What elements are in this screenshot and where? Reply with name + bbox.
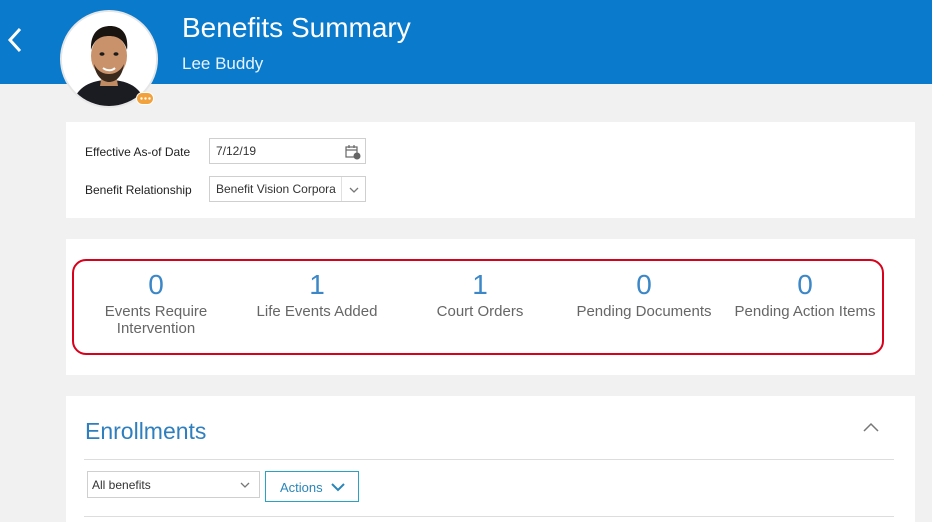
chevron-down-icon	[331, 483, 345, 492]
summary-card: 0 Events Require Intervention 1 Life Eve…	[66, 239, 915, 375]
metric-value: 0	[636, 269, 652, 300]
benefits-filter-value: All benefits	[92, 478, 151, 492]
metric-pending-documents[interactable]: 0 Pending Documents	[563, 269, 725, 320]
metric-value: 0	[148, 269, 164, 300]
actions-button[interactable]: Actions	[265, 471, 359, 502]
collapse-button[interactable]	[861, 420, 881, 434]
actions-label: Actions	[280, 480, 323, 495]
metric-label: Pending Action Items	[734, 303, 876, 320]
back-button[interactable]	[4, 24, 26, 56]
metric-label: Events Require Intervention	[104, 303, 208, 337]
metric-court-orders[interactable]: 1 Court Orders	[399, 269, 561, 320]
metric-label: Life Events Added	[256, 303, 378, 320]
section-divider	[84, 459, 894, 460]
metric-value: 1	[472, 269, 488, 300]
more-dots-icon	[140, 97, 151, 100]
relationship-select[interactable]: Benefit Vision Corpora	[209, 176, 366, 202]
page-header: Benefits Summary Lee Buddy	[0, 0, 932, 108]
metric-value: 0	[797, 269, 813, 300]
status-badge[interactable]	[136, 92, 154, 105]
relationship-label: Benefit Relationship	[85, 183, 192, 197]
benefits-filter-select[interactable]: All benefits	[87, 471, 260, 498]
metric-label: Pending Documents	[576, 303, 712, 320]
metric-pending-action-items[interactable]: 0 Pending Action Items	[724, 269, 886, 320]
avatar-container[interactable]	[60, 10, 164, 108]
effective-date-value: 7/12/19	[216, 144, 257, 158]
section-title: Enrollments	[85, 418, 207, 444]
effective-date-label: Effective As-of Date	[85, 145, 191, 159]
enrollments-card: Enrollments All benefits Actions	[66, 396, 915, 522]
chevron-down-icon	[240, 482, 250, 488]
metric-value: 1	[309, 269, 325, 300]
page-title: Benefits Summary	[182, 12, 411, 43]
filters-card: Effective As-of Date 7/12/19 Benefit Rel…	[66, 122, 915, 218]
metric-life-events-added[interactable]: 1 Life Events Added	[236, 269, 398, 320]
effective-date-input[interactable]: 7/12/19	[209, 138, 366, 164]
chevron-down-icon	[349, 187, 359, 193]
relationship-value: Benefit Vision Corpora	[216, 182, 336, 196]
section-divider	[84, 516, 894, 517]
metric-label: Court Orders	[436, 303, 524, 320]
calendar-icon[interactable]	[345, 144, 361, 160]
chevron-up-icon	[863, 422, 879, 432]
back-arrow-icon	[7, 27, 22, 53]
relationship-dropdown-toggle[interactable]	[341, 177, 365, 201]
person-name: Lee Buddy	[182, 54, 264, 73]
metric-events-require-intervention[interactable]: 0 Events Require Intervention	[75, 269, 237, 337]
